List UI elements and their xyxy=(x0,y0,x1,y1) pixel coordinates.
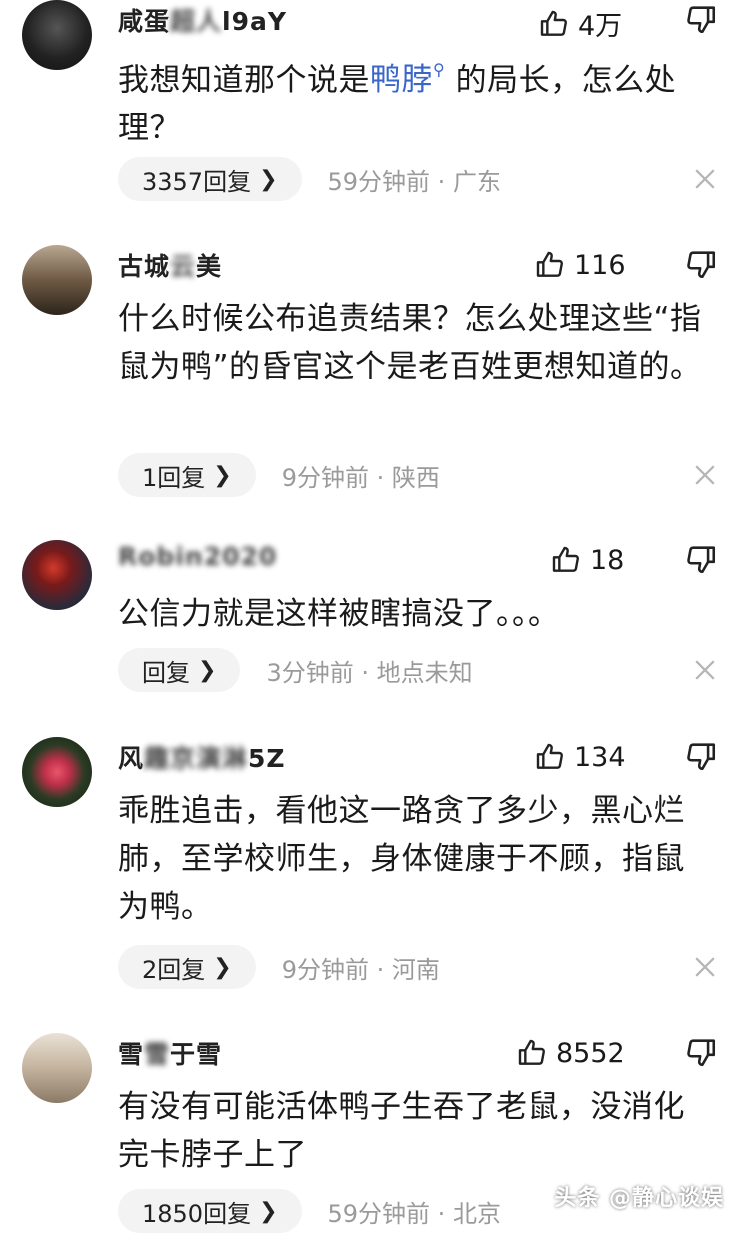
like-count: 8552 xyxy=(556,1037,625,1069)
chevron-right-icon: ❯ xyxy=(259,166,278,192)
comment-text: 有没有可能活体鸭子生吞了老鼠，没消化完卡脖子上了 xyxy=(118,1089,685,1173)
username[interactable]: 雪雪于雪 xyxy=(118,1035,222,1071)
chevron-right-icon: ❯ xyxy=(259,1198,278,1224)
thumbs-down-icon[interactable] xyxy=(684,2,718,36)
close-icon[interactable] xyxy=(694,168,716,190)
close-icon[interactable] xyxy=(694,464,716,486)
username[interactable]: 风趣京演淋5Z xyxy=(118,739,286,775)
comment-meta: 3357回复 ❯ 59分钟前 · 广东 xyxy=(118,157,501,201)
comment-meta: 2回复 ❯ 9分钟前 · 河南 xyxy=(118,945,440,989)
time-location: 59分钟前 · 广东 xyxy=(327,167,501,196)
like-button[interactable]: 134 xyxy=(534,741,626,773)
thumbs-up-icon xyxy=(518,1039,545,1065)
like-count: 116 xyxy=(574,249,626,281)
search-link[interactable]: 鸭脖⚲ xyxy=(370,60,446,98)
like-count: 18 xyxy=(590,544,625,576)
username[interactable]: 古城云美 xyxy=(118,247,222,283)
avatar[interactable] xyxy=(22,0,92,70)
search-icon: ⚲ xyxy=(433,60,446,79)
like-button[interactable]: 4万 xyxy=(538,4,622,43)
avatar[interactable] xyxy=(22,1033,92,1103)
like-button[interactable]: 18 xyxy=(550,544,624,576)
reply-button[interactable]: 1回复 ❯ xyxy=(118,453,256,497)
chevron-right-icon: ❯ xyxy=(198,657,217,683)
close-icon[interactable] xyxy=(694,659,716,681)
time-location: 3分钟前 · 地点未知 xyxy=(266,658,473,687)
thumbs-down-icon[interactable] xyxy=(684,247,718,281)
reply-button[interactable]: 3357回复 ❯ xyxy=(118,157,302,201)
like-count: 4万 xyxy=(578,11,623,42)
reply-button[interactable]: 2回复 ❯ xyxy=(118,945,256,989)
comment-text: 我想知道那个说是鸭脖⚲ 的局长，怎么处理？ xyxy=(118,60,677,147)
thumbs-down-icon[interactable] xyxy=(684,542,718,576)
close-icon[interactable] xyxy=(694,956,716,978)
like-count: 134 xyxy=(574,741,626,773)
watermark: 头条 @静心谈娱 xyxy=(554,1186,724,1211)
comment-meta: 1回复 ❯ 9分钟前 · 陕西 xyxy=(118,453,440,497)
reply-button[interactable]: 回复 ❯ xyxy=(118,648,241,692)
comment-text: 什么时候公布追责结果？怎么处理这些“指鼠为鸭”的昏官这个是老百姓更想知道的。 xyxy=(118,301,702,385)
comment-meta: 回复 ❯ 3分钟前 · 地点未知 xyxy=(118,648,473,692)
avatar[interactable] xyxy=(22,737,92,807)
thumbs-up-icon xyxy=(552,546,579,572)
thumbs-down-icon[interactable] xyxy=(684,739,718,773)
avatar[interactable] xyxy=(22,540,92,610)
comment-meta: 1850回复 ❯ 59分钟前 · 北京 xyxy=(118,1189,501,1233)
avatar[interactable] xyxy=(22,245,92,315)
chevron-right-icon: ❯ xyxy=(213,954,232,980)
thumbs-up-icon xyxy=(536,251,563,277)
thumbs-up-icon xyxy=(536,743,563,769)
thumbs-up-icon xyxy=(540,10,567,36)
time-location: 9分钟前 · 河南 xyxy=(281,955,440,984)
like-button[interactable]: 8552 xyxy=(516,1037,625,1069)
comment-text: 乖胜追击，看他这一路贪了多少，黑心烂肺，至学校师生，身体健康于不顾，指鼠为鸭。 xyxy=(118,793,685,925)
username[interactable]: 咸蛋超人l9aY xyxy=(118,2,287,38)
thumbs-down-icon[interactable] xyxy=(684,1035,718,1069)
time-location: 59分钟前 · 北京 xyxy=(327,1199,501,1228)
chevron-right-icon: ❯ xyxy=(213,462,232,488)
comment-text: 公信力就是这样被瞎搞没了。。。 xyxy=(118,596,560,632)
time-location: 9分钟前 · 陕西 xyxy=(281,463,440,492)
reply-button[interactable]: 1850回复 ❯ xyxy=(118,1189,302,1233)
username[interactable]: Robin2020 xyxy=(118,542,277,571)
like-button[interactable]: 116 xyxy=(534,249,626,281)
